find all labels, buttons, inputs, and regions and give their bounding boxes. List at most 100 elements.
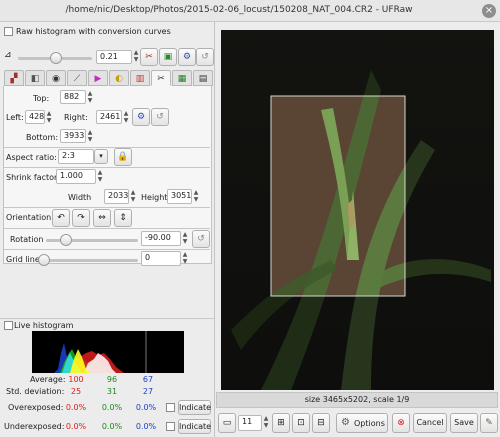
divider xyxy=(4,167,210,168)
width-input[interactable]: 2033 xyxy=(104,189,129,204)
image-preview[interactable] xyxy=(221,30,494,390)
rotation-input[interactable]: -90.00 xyxy=(141,231,181,246)
zoom-in-button[interactable]: ⊞ xyxy=(272,413,290,433)
crop-top-spin[interactable]: ▲ ▼ xyxy=(86,90,94,104)
auto-crop-button[interactable]: ⚙ xyxy=(132,108,150,126)
zoom-100-button[interactable]: ⊟ xyxy=(312,413,330,433)
std-blue: 27 xyxy=(142,387,154,396)
crop-right-spin[interactable]: ▲ ▼ xyxy=(122,110,130,124)
tab-curve[interactable]: ⟋ xyxy=(67,70,87,86)
rotate-right-icon: ↷ xyxy=(77,213,85,223)
std-green: 31 xyxy=(106,387,118,396)
window-title: /home/nic/Desktop/Photos/2015-02-06_locu… xyxy=(65,5,413,15)
exposure-icon: ⊿ xyxy=(4,50,12,60)
rotate-left-button[interactable]: ↶ xyxy=(52,209,70,227)
rotation-spin[interactable]: ▲ ▼ xyxy=(181,231,189,245)
chevron-down-icon: ▾ xyxy=(99,152,103,160)
crop-top-label: Top: xyxy=(33,94,50,103)
over-green: 0.0% xyxy=(101,403,123,412)
flip-vertical-icon: ⇕ xyxy=(119,213,127,223)
height-label: Height xyxy=(141,193,168,202)
rotate-right-button[interactable]: ↷ xyxy=(72,209,90,227)
rotate-left-icon: ↶ xyxy=(57,213,65,223)
delete-button[interactable]: ⊗ xyxy=(392,413,410,433)
clip-icon: ▣ xyxy=(163,52,173,62)
shrink-factor-input[interactable]: 1.000 xyxy=(56,169,96,184)
crop-left-input[interactable]: 428 xyxy=(25,110,45,124)
options-button[interactable]: ⚙ Options xyxy=(336,413,388,433)
divider xyxy=(4,207,210,208)
preview-image xyxy=(221,30,494,390)
zoom-in-icon: ⊞ xyxy=(277,418,285,428)
zoom-fit-icon: ⊡ xyxy=(297,418,305,428)
clip-button[interactable]: ▣ xyxy=(159,48,177,66)
aspect-ratio-label: Aspect ratio: xyxy=(6,153,57,162)
zoom-fit-button[interactable]: ⊡ xyxy=(292,413,310,433)
tab-raw[interactable]: ▞ xyxy=(4,70,24,86)
tab-color-wheel[interactable]: ◉ xyxy=(46,70,66,86)
height-input[interactable]: 3051 xyxy=(167,189,192,204)
height-spin[interactable]: ▲ ▼ xyxy=(192,189,200,203)
tab-exif[interactable]: ▤ xyxy=(193,70,213,86)
reset-exposure-button[interactable]: ↺ xyxy=(196,48,214,66)
send-to-gimp-button[interactable]: ✎ xyxy=(480,413,498,433)
gridlines-slider-track[interactable] xyxy=(38,259,138,262)
options-label: Options xyxy=(354,419,385,428)
underexposed-checkbox[interactable] xyxy=(166,422,175,431)
histogram-plot xyxy=(54,331,147,373)
delete-icon: ⊗ xyxy=(397,418,405,428)
crop-top-input[interactable]: 882 xyxy=(60,90,86,104)
gridlines-input[interactable]: 0 xyxy=(141,251,181,266)
gimp-icon: ✎ xyxy=(485,418,493,428)
indicate-overexposed-button[interactable]: Indicate xyxy=(178,400,211,415)
exposure-spin[interactable]: ▲ ▼ xyxy=(132,49,140,63)
crop-left-spin[interactable]: ▲ ▼ xyxy=(45,110,53,124)
average-label: Average: xyxy=(30,375,66,384)
crop-right-label: Right: xyxy=(64,113,88,122)
zoom-input[interactable]: 11 xyxy=(238,415,262,431)
lightness-icon: ◐ xyxy=(115,74,123,84)
exposure-input[interactable]: 0.21 xyxy=(96,50,132,64)
average-blue: 67 xyxy=(142,375,154,384)
rotation-slider-knob[interactable] xyxy=(60,234,72,246)
live-histogram-checkbox[interactable] xyxy=(4,321,13,330)
reset-rotation-button[interactable]: ↺ xyxy=(192,230,210,248)
tab-save[interactable]: ▦ xyxy=(172,70,192,86)
tab-color-management[interactable]: ▶ xyxy=(88,70,108,86)
auto-adjust-button[interactable]: ✂ xyxy=(140,48,158,66)
crop-bottom-spin[interactable]: ▲ ▼ xyxy=(86,129,94,143)
crop-right-input[interactable]: 2461 xyxy=(96,110,122,124)
lock-aspect-button[interactable]: 🔒 xyxy=(114,148,132,166)
average-green: 96 xyxy=(106,375,118,384)
tab-crop-rotate[interactable]: ✂ xyxy=(151,70,171,86)
close-window-button[interactable]: × xyxy=(482,4,496,18)
save-button[interactable]: Save xyxy=(450,413,478,433)
crop-bottom-input[interactable]: 3933 xyxy=(60,129,86,143)
shrink-factor-spin[interactable]: ▲ ▼ xyxy=(96,169,104,183)
over-red: 0.0% xyxy=(65,403,87,412)
raw-histogram-checkbox[interactable] xyxy=(4,27,13,36)
zoom-spin[interactable]: ▲ ▼ xyxy=(262,415,270,429)
gridlines-spin[interactable]: ▲ ▼ xyxy=(181,251,189,265)
reset-crop-button[interactable]: ↺ xyxy=(151,108,169,126)
crop-bottom-label: Bottom: xyxy=(26,133,59,142)
zoom-out-button[interactable]: ▭ xyxy=(218,413,236,433)
exposure-slider-knob[interactable] xyxy=(50,52,62,64)
tab-whitebalance[interactable]: ◧ xyxy=(25,70,45,86)
divider xyxy=(0,318,214,319)
tab-lightness[interactable]: ◐ xyxy=(109,70,129,86)
gridlines-slider-knob[interactable] xyxy=(38,254,50,266)
aspect-ratio-input[interactable]: 2:3 xyxy=(58,149,94,164)
width-spin[interactable]: ▲ ▼ xyxy=(129,189,137,203)
gears-button[interactable]: ⚙ xyxy=(178,48,196,66)
reset-icon: ↺ xyxy=(156,112,164,122)
flip-horizontal-button[interactable]: ⇔ xyxy=(93,209,111,227)
raw-icon: ▞ xyxy=(10,74,18,84)
cancel-button[interactable]: Cancel xyxy=(413,413,447,433)
indicate-underexposed-button[interactable]: Indicate xyxy=(178,419,211,434)
tab-color-bars[interactable]: ▥ xyxy=(130,70,150,86)
aspect-ratio-dropdown[interactable]: ▾ xyxy=(94,149,108,164)
overexposed-label: Overexposed: xyxy=(8,403,64,412)
flip-vertical-button[interactable]: ⇕ xyxy=(114,209,132,227)
overexposed-checkbox[interactable] xyxy=(166,403,175,412)
